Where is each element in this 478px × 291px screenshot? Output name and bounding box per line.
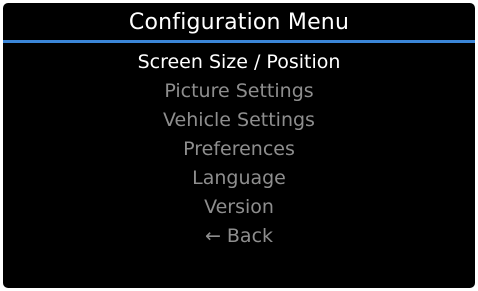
- menu-item-label: Version: [204, 196, 274, 218]
- menu-item-label: Language: [192, 167, 286, 189]
- title-divider: [3, 40, 475, 43]
- menu-item-language[interactable]: Language: [3, 164, 475, 193]
- menu-item-vehicle-settings[interactable]: Vehicle Settings: [3, 106, 475, 135]
- menu-item-picture-settings[interactable]: Picture Settings: [3, 77, 475, 106]
- menu-item-preferences[interactable]: Preferences: [3, 135, 475, 164]
- page-title: Configuration Menu: [128, 9, 350, 35]
- menu-item-version[interactable]: Version: [3, 193, 475, 222]
- menu-item-label: Back: [226, 225, 274, 247]
- left-arrow-icon: ←: [204, 225, 221, 247]
- title-bar: Configuration Menu: [3, 3, 475, 39]
- menu-item-label: Screen Size / Position: [137, 51, 341, 73]
- menu-item-label: Preferences: [183, 138, 295, 160]
- menu-item-label: Vehicle Settings: [163, 109, 315, 131]
- config-menu: Screen Size / Position Picture Settings …: [3, 48, 475, 251]
- menu-item-back[interactable]: ← Back: [3, 222, 475, 251]
- menu-item-label: Picture Settings: [164, 80, 314, 102]
- menu-item-screen-size-position[interactable]: Screen Size / Position: [3, 48, 475, 77]
- config-screen: Configuration Menu Screen Size / Positio…: [3, 3, 475, 288]
